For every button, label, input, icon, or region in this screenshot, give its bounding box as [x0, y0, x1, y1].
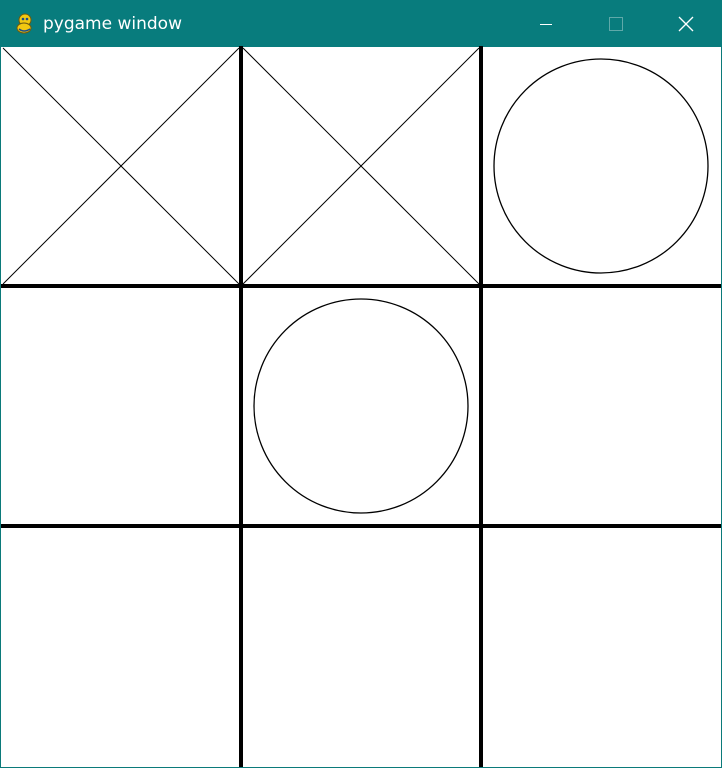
pygame-snake-icon — [16, 13, 32, 34]
pygame-window: pygame window — [0, 0, 722, 768]
board-cell-2-2[interactable] — [481, 526, 721, 766]
tic-tac-toe-board[interactable] — [1, 46, 721, 767]
board-cell-1-0[interactable] — [1, 286, 241, 526]
minimize-button[interactable] — [511, 0, 581, 47]
board-cell-0-2[interactable] — [481, 46, 721, 286]
close-button[interactable] — [651, 0, 721, 47]
board-cell-1-2[interactable] — [481, 286, 721, 526]
title-bar[interactable]: pygame window — [0, 0, 722, 47]
window-title: pygame window — [43, 14, 182, 34]
board-cell-2-0[interactable] — [1, 526, 241, 766]
maximize-icon — [609, 16, 623, 31]
close-icon — [678, 16, 694, 31]
minimize-icon — [540, 23, 552, 25]
board-cell-1-1[interactable] — [241, 286, 481, 526]
board-cell-2-1[interactable] — [241, 526, 481, 766]
maximize-button[interactable] — [581, 0, 651, 47]
